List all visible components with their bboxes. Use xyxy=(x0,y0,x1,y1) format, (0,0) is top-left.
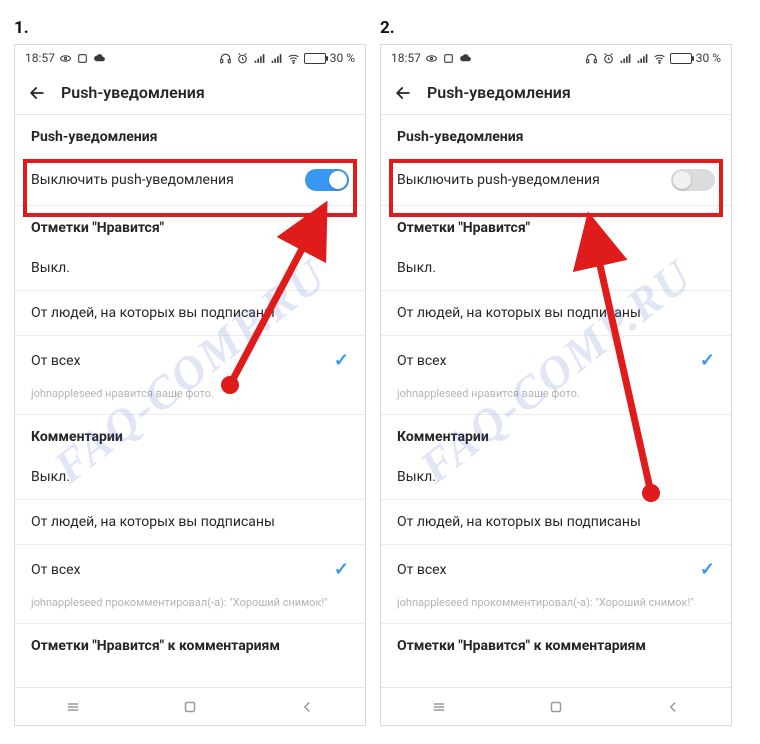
comments-helper: johnappleseed прокомментировал(-а): "Хор… xyxy=(381,594,731,624)
battery-pct: 30 % xyxy=(330,51,355,65)
section-likes-title: Отметки "Нравится" xyxy=(15,206,365,246)
comments-opt-off[interactable]: Выкл. xyxy=(15,455,365,500)
nav-back-icon[interactable] xyxy=(298,698,316,716)
section-push-title: Push-уведомления xyxy=(15,115,365,155)
android-nav-bar xyxy=(381,687,731,725)
signal-icon-2 xyxy=(636,52,649,65)
toggle-row-disable-push[interactable]: Выключить push-уведомления xyxy=(15,155,365,206)
back-button[interactable] xyxy=(27,83,47,103)
likes-helper: johnappleseed нравится ваше фото. xyxy=(15,385,365,415)
likes-opt-following[interactable]: От людей, на которых вы подписаны xyxy=(381,291,731,336)
cloud-icon xyxy=(459,52,472,65)
comments-opt-everyone[interactable]: От всех ✓ xyxy=(381,545,731,594)
battery-pct: 30 % xyxy=(696,51,721,65)
likes-opt-off[interactable]: Выкл. xyxy=(15,246,365,291)
battery-icon xyxy=(304,53,326,64)
phone-screen-1: FAQ-COMP.RU 18:57 xyxy=(14,44,366,726)
step-label-2: 2. xyxy=(380,18,732,38)
toggle-label: Выключить push-уведомления xyxy=(397,172,600,188)
push-toggle[interactable] xyxy=(671,169,715,191)
status-bar: 18:57 30 % xyxy=(381,45,731,71)
toggle-label: Выключить push-уведомления xyxy=(31,172,234,188)
eye-icon xyxy=(59,52,72,65)
likes-helper: johnappleseed нравится ваше фото. xyxy=(381,385,731,415)
wifi-icon xyxy=(653,52,666,65)
section-likes-on-comments-title: Отметки "Нравится" к комментариям xyxy=(381,624,731,664)
app-bar: Push-уведомления xyxy=(15,71,365,115)
section-likes-title: Отметки "Нравится" xyxy=(381,206,731,246)
likes-opt-off[interactable]: Выкл. xyxy=(381,246,731,291)
settings-content: Push-уведомления Выключить push-уведомле… xyxy=(381,115,731,687)
signal-icon-1 xyxy=(253,52,266,65)
alarm-icon xyxy=(602,52,615,65)
android-nav-bar xyxy=(15,687,365,725)
comments-opt-everyone[interactable]: От всех ✓ xyxy=(15,545,365,594)
step-1-container: 1. FAQ-COMP.RU 18:57 xyxy=(14,18,366,726)
eye-icon xyxy=(425,52,438,65)
square-icon xyxy=(76,52,89,65)
headphones-icon xyxy=(585,52,598,65)
likes-opt-everyone[interactable]: От всех ✓ xyxy=(381,336,731,385)
headphones-icon xyxy=(219,52,232,65)
appbar-title: Push-уведомления xyxy=(61,83,205,102)
step-label-1: 1. xyxy=(14,18,366,38)
signal-icon-1 xyxy=(619,52,632,65)
phone-screen-2: FAQ-COMP.RU 18:57 30 % xyxy=(380,44,732,726)
section-push-title: Push-уведомления xyxy=(381,115,731,155)
nav-recent-icon[interactable] xyxy=(64,698,82,716)
status-time: 18:57 xyxy=(391,51,421,65)
section-comments-title: Комментарии xyxy=(15,415,365,455)
check-icon: ✓ xyxy=(334,350,349,371)
comments-opt-following[interactable]: От людей, на которых вы подписаны xyxy=(15,500,365,545)
wifi-icon xyxy=(287,52,300,65)
nav-recent-icon[interactable] xyxy=(430,698,448,716)
status-time: 18:57 xyxy=(25,51,55,65)
back-button[interactable] xyxy=(393,83,413,103)
app-bar: Push-уведомления xyxy=(381,71,731,115)
square-icon xyxy=(442,52,455,65)
comments-opt-off[interactable]: Выкл. xyxy=(381,455,731,500)
signal-icon-2 xyxy=(270,52,283,65)
likes-opt-following[interactable]: От людей, на которых вы подписаны xyxy=(15,291,365,336)
battery-icon xyxy=(670,53,692,64)
cloud-icon xyxy=(93,52,106,65)
section-likes-on-comments-title: Отметки "Нравится" к комментариям xyxy=(15,624,365,664)
comments-opt-following[interactable]: От людей, на которых вы подписаны xyxy=(381,500,731,545)
check-icon: ✓ xyxy=(334,559,349,580)
toggle-row-disable-push[interactable]: Выключить push-уведомления xyxy=(381,155,731,206)
appbar-title: Push-уведомления xyxy=(427,83,571,102)
settings-content: Push-уведомления Выключить push-уведомле… xyxy=(15,115,365,687)
alarm-icon xyxy=(236,52,249,65)
section-comments-title: Комментарии xyxy=(381,415,731,455)
nav-back-icon[interactable] xyxy=(664,698,682,716)
nav-home-icon[interactable] xyxy=(547,698,565,716)
status-bar: 18:57 xyxy=(15,45,365,71)
step-2-container: 2. FAQ-COMP.RU 18:57 30 % xyxy=(380,18,732,726)
nav-home-icon[interactable] xyxy=(181,698,199,716)
check-icon: ✓ xyxy=(700,350,715,371)
check-icon: ✓ xyxy=(700,559,715,580)
comments-helper: johnappleseed прокомментировал(-а): "Хор… xyxy=(15,594,365,624)
likes-opt-everyone[interactable]: От всех ✓ xyxy=(15,336,365,385)
push-toggle[interactable] xyxy=(305,169,349,191)
